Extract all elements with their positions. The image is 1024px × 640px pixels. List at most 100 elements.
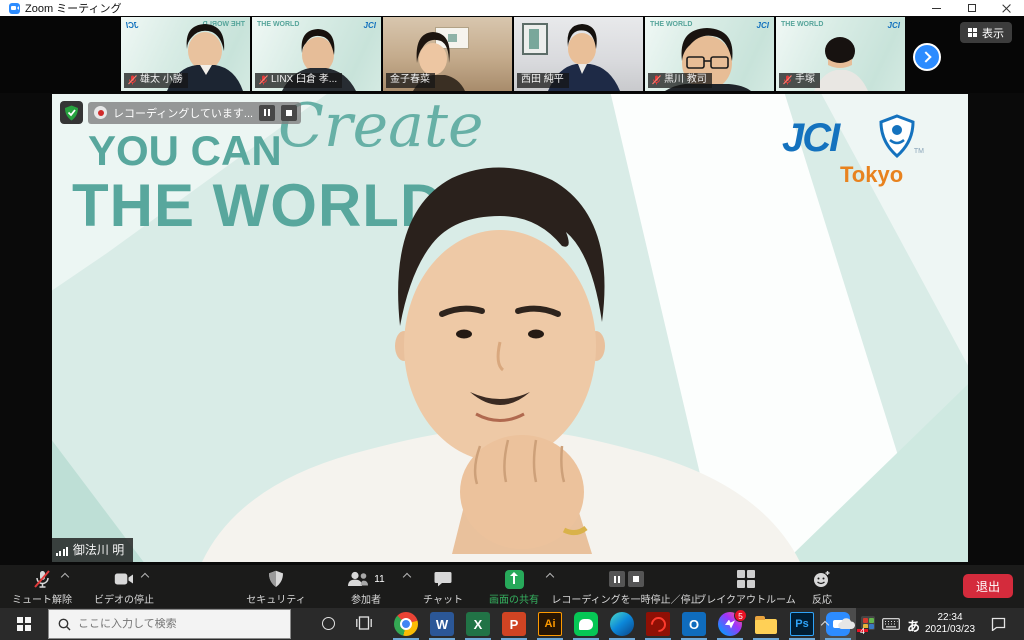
close-button[interactable] bbox=[989, 0, 1024, 16]
share-screen-button[interactable]: 画面の共有 bbox=[477, 569, 551, 606]
participant-name-label: LINX 臼倉 孝... bbox=[255, 73, 342, 88]
participant-thumbnail[interactable]: THE WORLD JCI LINX 臼倉 孝... bbox=[251, 17, 381, 91]
participant-name: 金子春菜 bbox=[390, 74, 430, 86]
view-button-label: 表示 bbox=[982, 25, 1004, 41]
participants-count: 11 bbox=[374, 574, 384, 585]
main-stage: YOU CAN Create THE WORLD JCI TM Tokyo bbox=[0, 93, 1024, 565]
acrobat-icon bbox=[646, 612, 670, 636]
reactions-button[interactable]: 反応 bbox=[797, 569, 847, 606]
participant-name-label: 黒川 教司 bbox=[648, 73, 712, 88]
participants-label: 参加者 bbox=[351, 591, 381, 606]
security-shield-icon bbox=[268, 569, 284, 589]
reactions-label: 反応 bbox=[812, 591, 832, 606]
recording-controls[interactable]: レコーディングを一時停止／停止 bbox=[555, 569, 697, 606]
taskbar-app-outlook[interactable]: O bbox=[676, 608, 712, 640]
unmute-button[interactable]: ミュート解除 bbox=[3, 569, 81, 606]
participants-options-chevron-icon[interactable] bbox=[403, 573, 411, 581]
taskbar-app-messenger[interactable]: 5 bbox=[712, 608, 748, 640]
taskbar-app-chrome[interactable] bbox=[388, 608, 424, 640]
window-controls bbox=[919, 0, 1024, 16]
taskbar-app-line[interactable] bbox=[568, 608, 604, 640]
security-button[interactable]: セキュリティ bbox=[235, 569, 317, 606]
taskbar-app-powerpoint[interactable]: P bbox=[496, 608, 532, 640]
zoom-logo-icon bbox=[9, 3, 20, 14]
touch-keyboard-icon[interactable] bbox=[882, 618, 900, 630]
taskbar-app-acrobat[interactable] bbox=[640, 608, 676, 640]
taskbar-app-excel[interactable]: X bbox=[460, 608, 496, 640]
windows-logo-icon bbox=[17, 617, 32, 632]
search-icon bbox=[58, 618, 71, 631]
stop-video-button[interactable]: ビデオの停止 bbox=[85, 569, 163, 606]
chevron-right-icon bbox=[920, 51, 931, 62]
breakout-rooms-label: ブレイクアウトルーム bbox=[696, 591, 796, 606]
muted-mic-icon bbox=[33, 569, 51, 589]
participant-thumbnail[interactable]: 金子春菜 bbox=[382, 17, 512, 91]
minimize-button[interactable] bbox=[919, 0, 954, 16]
meeting-toolbar: ミュート解除 ビデオの停止 セキュリティ 11 参加者 bbox=[0, 565, 1024, 608]
participant-name: 雄太 小勝 bbox=[140, 74, 183, 86]
participants-icon bbox=[347, 571, 369, 587]
leave-meeting-button[interactable]: 退出 bbox=[963, 574, 1013, 598]
powerpoint-icon: P bbox=[502, 612, 526, 636]
taskbar-apps: W X P Ai O 5 Ps bbox=[388, 608, 856, 640]
pause-recording-toolbar-button[interactable] bbox=[609, 571, 625, 587]
reactions-smiley-icon bbox=[813, 569, 831, 589]
stop-recording-toolbar-button[interactable] bbox=[628, 571, 644, 587]
participant-name: LINX 臼倉 孝... bbox=[271, 74, 337, 86]
tray-notification-app-icon[interactable]: 4 bbox=[861, 616, 875, 630]
shield-check-icon bbox=[64, 105, 79, 121]
participant-thumbnail[interactable]: THE WORLD JCI 黒川 教司 bbox=[644, 17, 774, 91]
muted-mic-icon bbox=[259, 75, 268, 85]
security-shield-button[interactable] bbox=[60, 101, 83, 124]
cortana-icon[interactable] bbox=[322, 617, 335, 630]
muted-mic-icon bbox=[783, 75, 792, 85]
window-titlebar: Zoom ミーティング bbox=[0, 0, 1024, 16]
taskbar-app-photoshop[interactable]: Ps bbox=[784, 608, 820, 640]
zoom-meeting-window: Zoom ミーティング THE WORLD JCI 雄太 小勝 bbox=[0, 0, 1024, 640]
chat-button[interactable]: チャット bbox=[413, 569, 473, 606]
chat-label: チャット bbox=[423, 591, 463, 606]
line-icon bbox=[574, 612, 598, 636]
grid-view-icon bbox=[968, 28, 978, 38]
recording-controls-label: レコーディングを一時停止／停止 bbox=[551, 591, 700, 606]
start-button[interactable] bbox=[0, 608, 48, 640]
pause-recording-button[interactable] bbox=[259, 105, 275, 121]
restore-icon bbox=[968, 4, 976, 12]
taskbar-app-explorer[interactable] bbox=[748, 608, 784, 640]
photoshop-icon: Ps bbox=[790, 612, 814, 636]
clock-date: 2021/03/23 bbox=[922, 624, 978, 636]
participant-name-label: 手塚 bbox=[779, 73, 820, 88]
participants-button[interactable]: 11 参加者 bbox=[330, 569, 402, 606]
taskbar-app-word[interactable]: W bbox=[424, 608, 460, 640]
taskbar-app-illustrator[interactable]: Ai bbox=[532, 608, 568, 640]
excel-icon: X bbox=[466, 612, 490, 636]
restore-button[interactable] bbox=[954, 0, 989, 16]
recording-status-pill: レコーディングしています... bbox=[88, 102, 301, 124]
participant-thumbnail[interactable]: THE WORLD JCI 手塚 bbox=[775, 17, 905, 91]
ime-indicator[interactable]: あ bbox=[907, 616, 920, 635]
participant-thumbnail[interactable]: 西田 純平 bbox=[513, 17, 643, 91]
stop-recording-button[interactable] bbox=[281, 105, 297, 121]
breakout-rooms-button[interactable]: ブレイクアウトルーム bbox=[698, 569, 794, 606]
breakout-rooms-icon bbox=[737, 569, 755, 589]
muted-mic-icon bbox=[652, 75, 661, 85]
view-button[interactable]: 表示 bbox=[960, 22, 1013, 43]
muted-mic-icon bbox=[128, 75, 137, 85]
search-input[interactable] bbox=[78, 618, 263, 630]
illustrator-icon: Ai bbox=[538, 612, 562, 636]
taskbar-search[interactable] bbox=[48, 609, 291, 639]
taskbar-app-edge[interactable] bbox=[604, 608, 640, 640]
file-explorer-icon bbox=[754, 612, 778, 636]
next-page-button[interactable] bbox=[913, 43, 941, 71]
tray-notification-badge: 4 bbox=[856, 628, 869, 633]
chat-bubble-icon bbox=[434, 569, 452, 589]
task-view-button[interactable] bbox=[356, 616, 372, 630]
action-center-icon[interactable] bbox=[991, 617, 1006, 631]
edge-icon bbox=[610, 612, 634, 636]
active-speaker-video[interactable]: YOU CAN Create THE WORLD JCI TM Tokyo bbox=[52, 94, 968, 562]
recording-status-text: レコーディングしています... bbox=[113, 105, 253, 121]
signal-strength-icon bbox=[56, 547, 68, 558]
participant-thumbnail[interactable]: THE WORLD JCI 雄太 小勝 bbox=[120, 17, 250, 91]
taskbar-clock[interactable]: 22:34 2021/03/23 bbox=[922, 612, 978, 636]
onedrive-cloud-icon[interactable] bbox=[838, 618, 855, 630]
